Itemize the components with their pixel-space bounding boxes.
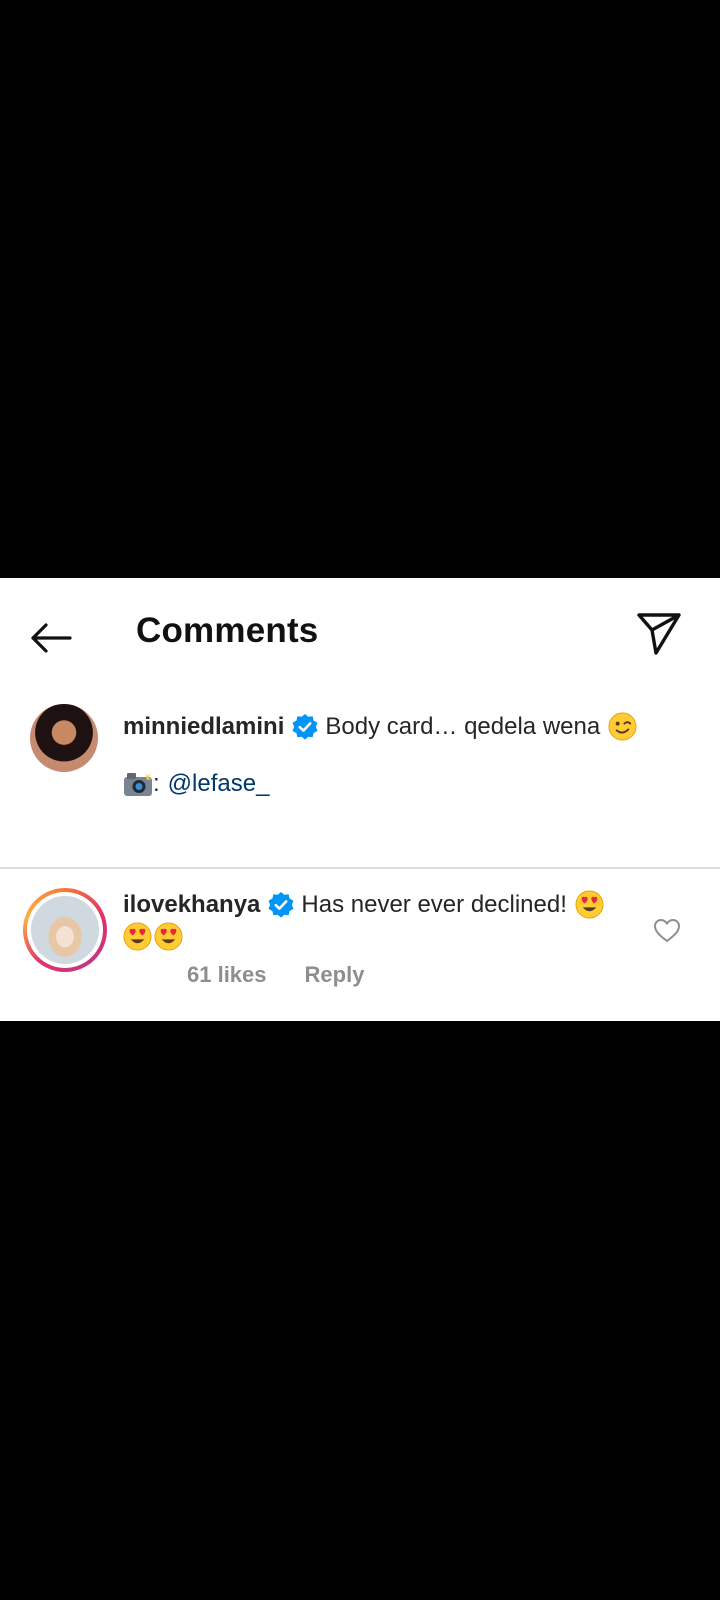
caption-line: minniedlamini Body card… qedela wena bbox=[123, 712, 637, 741]
comment-emoji-line bbox=[123, 922, 183, 951]
heart-eyes-emoji-icon bbox=[154, 922, 183, 951]
camera-flash-emoji-icon bbox=[124, 772, 152, 796]
caption-text: Body card… qedela wena bbox=[325, 712, 601, 740]
page-title: Comments bbox=[136, 611, 319, 650]
comment-line: ilovekhanya Has never ever declined! bbox=[123, 890, 604, 919]
avatar bbox=[31, 896, 99, 964]
comments-panel: Comments minniedlamini Body card… qedela… bbox=[0, 578, 720, 1021]
caption-username[interactable]: minniedlamini bbox=[123, 713, 284, 741]
mention-link[interactable]: @lefase_ bbox=[168, 770, 270, 798]
verified-badge-icon bbox=[268, 891, 294, 918]
post-caption: minniedlamini Body card… qedela wena: @… bbox=[0, 704, 720, 844]
photo-credit-line: : @lefase_ bbox=[123, 770, 269, 798]
comment-username[interactable]: ilovekhanya bbox=[123, 891, 260, 919]
comment-item: ilovekhanya Has never ever declined! 61 … bbox=[0, 878, 720, 1008]
avatar[interactable] bbox=[30, 704, 98, 772]
reply-button[interactable]: Reply bbox=[305, 962, 365, 988]
comment-text: Has never ever declined! bbox=[301, 890, 567, 918]
wink-emoji-icon bbox=[608, 712, 637, 741]
comments-header: Comments bbox=[0, 578, 720, 688]
likes-count[interactable]: 61 likes bbox=[187, 962, 267, 988]
story-ring[interactable] bbox=[23, 888, 107, 972]
send-icon[interactable] bbox=[634, 608, 684, 658]
comment-meta: 61 likes Reply bbox=[187, 962, 364, 988]
back-arrow-icon[interactable] bbox=[26, 613, 76, 663]
heart-outline-icon[interactable] bbox=[652, 916, 682, 946]
divider bbox=[0, 867, 720, 869]
heart-eyes-emoji-icon bbox=[575, 890, 604, 919]
heart-eyes-emoji-icon bbox=[123, 922, 152, 951]
credit-separator: : bbox=[153, 770, 160, 797]
verified-badge-icon bbox=[292, 713, 318, 740]
